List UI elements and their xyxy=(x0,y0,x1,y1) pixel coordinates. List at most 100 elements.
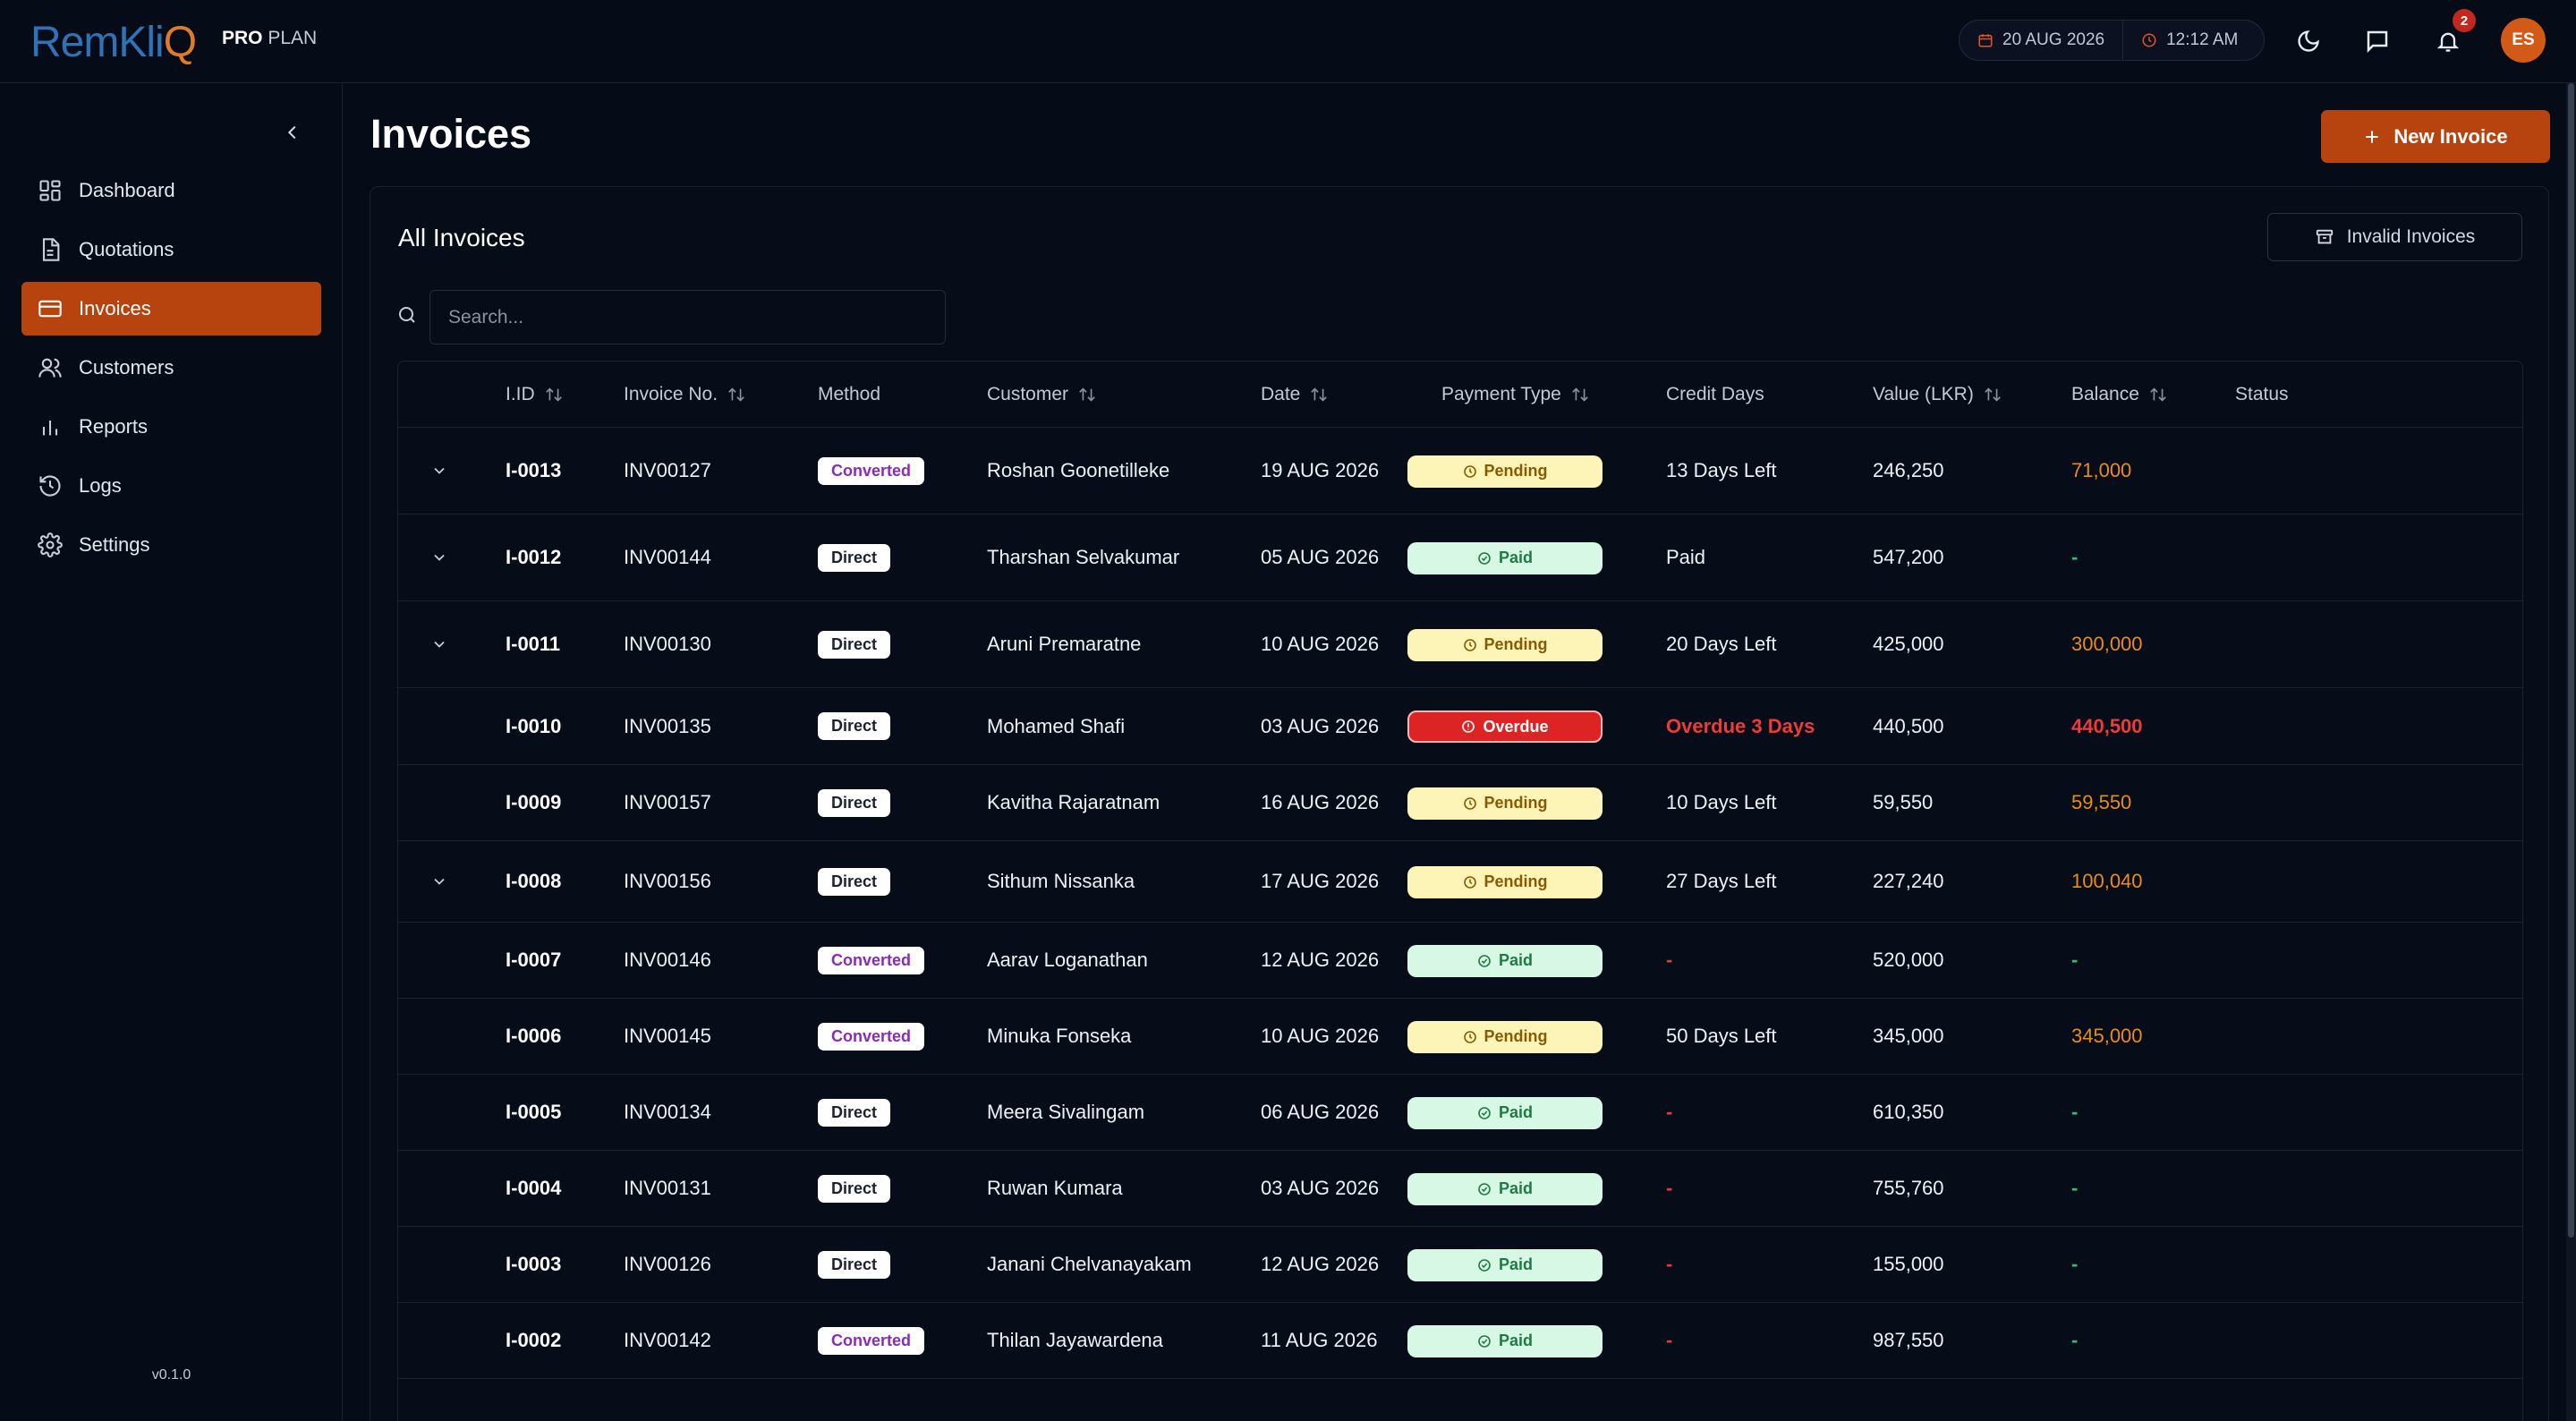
invoice-number: INV00131 xyxy=(624,1177,711,1199)
table-row[interactable]: I-0011 INV00130 Direct Aruni Premaratne 10 A… xyxy=(398,601,2522,688)
sidebar-item-label: Settings xyxy=(79,533,150,556)
table-row[interactable]: I-0007 INV00146 Converted Aarav Loganathan 1… xyxy=(398,923,2522,999)
invalid-invoices-button[interactable]: Invalid Invoices xyxy=(2267,213,2522,261)
expand-row-button[interactable] xyxy=(430,515,448,600)
messages-button[interactable] xyxy=(2359,23,2395,59)
invoice-value: 987,550 xyxy=(1873,1329,1944,1351)
table-row[interactable]: I-0013 INV00127 Converted Roshan Goonetille… xyxy=(398,428,2522,515)
status-badge: Paid xyxy=(1407,541,1603,574)
sidebar-item-logs[interactable]: Logs xyxy=(21,459,321,513)
invoice-value: 227,240 xyxy=(1873,870,1944,892)
method-cell: Direct xyxy=(818,1227,891,1302)
chevron-left-icon xyxy=(287,125,296,140)
method-badge: Converted xyxy=(818,1326,925,1355)
method-badge: Direct xyxy=(818,1174,891,1203)
sort-icon xyxy=(728,387,744,402)
user-avatar[interactable]: ES xyxy=(2501,18,2546,63)
table-row[interactable]: I-0010 INV00135 Direct Mohamed Shafi 03 AUG … xyxy=(398,688,2522,765)
invoice-date: 16 AUG 2026 xyxy=(1261,791,1380,813)
sort-icon xyxy=(1984,387,2001,402)
check-circle-icon xyxy=(1478,954,1491,967)
invoice-number: INV00146 xyxy=(624,949,711,971)
credit-days: 50 Days Left xyxy=(1666,1025,1777,1047)
sidebar-item-dashboard[interactable]: Dashboard xyxy=(21,164,321,217)
method-cell: Direct xyxy=(818,515,891,600)
search-input[interactable] xyxy=(429,290,946,345)
table-row[interactable]: I-0004 INV00131 Direct Ruwan Kumara 03 AUG 2… xyxy=(398,1151,2522,1227)
invoice-value: 755,760 xyxy=(1873,1177,1944,1199)
check-circle-icon xyxy=(1478,1106,1491,1119)
balance: - xyxy=(2071,1101,2079,1123)
column-label: Invoice No. xyxy=(624,384,718,404)
invoice-value: 155,000 xyxy=(1873,1253,1944,1275)
sort-icon xyxy=(1572,387,1588,402)
table-row[interactable]: I-0005 INV00134 Direct Meera Sivalingam 06 A… xyxy=(398,1075,2522,1151)
expand-row-button[interactable] xyxy=(430,601,448,687)
chart-bar-icon xyxy=(42,421,58,436)
invalid-invoices-label: Invalid Invoices xyxy=(2346,226,2476,247)
invoice-number: INV00134 xyxy=(624,1101,711,1123)
status-badge: Pending xyxy=(1407,628,1603,661)
sidebar-item-settings[interactable]: Settings xyxy=(21,518,321,572)
alert-circle-icon xyxy=(1462,720,1475,733)
invoice-id: I-0012 xyxy=(506,546,562,568)
scrollbar-thumb[interactable] xyxy=(2568,83,2574,1238)
customer-name: Minuka Fonseka xyxy=(987,1025,1132,1047)
sort-icon xyxy=(2150,387,2166,402)
column-header-i-id[interactable]: I.ID xyxy=(506,362,564,428)
app-logo[interactable]: RemKli Q xyxy=(30,18,197,67)
clock-icon xyxy=(1463,796,1476,810)
invoice-number: INV00135 xyxy=(624,714,711,737)
credit-days: 20 Days Left xyxy=(1666,633,1777,655)
customer-name: Roshan Goonetilleke xyxy=(987,459,1170,481)
datetime-pill: 20 AUG 2026 12:12 AM xyxy=(1959,20,2265,61)
customer-name: Sithum Nissanka xyxy=(987,870,1135,892)
column-header-customer[interactable]: Customer xyxy=(987,362,1097,428)
invoice-id: I-0008 xyxy=(506,870,562,892)
invoice-value: 59,550 xyxy=(1873,791,1934,813)
table-row[interactable]: I-0009 INV00157 Direct Kavitha Rajaratnam 16… xyxy=(398,765,2522,841)
expand-row-button[interactable] xyxy=(430,841,448,922)
collapse-sidebar-button[interactable] xyxy=(277,117,308,148)
clock-icon xyxy=(2142,33,2156,47)
sidebar-item-quotations[interactable]: Quotations xyxy=(21,223,321,277)
status-badge: Pending xyxy=(1407,1020,1603,1053)
page-scrollbar[interactable] xyxy=(2566,83,2576,1421)
sidebar-item-invoices[interactable]: Invoices xyxy=(21,282,321,336)
table-row[interactable]: I-0002 INV00142 Converted Thilan Jayawarden… xyxy=(398,1303,2522,1379)
column-label: Balance xyxy=(2071,384,2139,404)
page-title: Invoices xyxy=(370,111,532,157)
table-row[interactable]: I-0012 INV00144 Direct Tharshan Selvakumar 0… xyxy=(398,515,2522,601)
method-badge: Direct xyxy=(818,1250,891,1279)
column-header-balance[interactable]: Balance xyxy=(2071,362,2168,428)
card-icon xyxy=(38,300,62,318)
chevron-down-icon xyxy=(434,467,445,474)
table-row[interactable]: I-0003 INV00126 Direct Janani Chelvanayakam… xyxy=(398,1227,2522,1303)
expand-row-button[interactable] xyxy=(430,428,448,514)
table-row[interactable]: I-0008 INV00156 Direct Sithum Nissanka 17 AU… xyxy=(398,841,2522,923)
method-cell: Direct xyxy=(818,1151,891,1226)
new-invoice-button[interactable]: New Invoice xyxy=(2321,110,2550,163)
column-header-payment-type[interactable]: Payment Type xyxy=(1441,362,1590,428)
status-badge: Pending xyxy=(1407,865,1603,898)
table-row[interactable]: I-0006 INV00145 Converted Minuka Fonseka 10 … xyxy=(398,999,2522,1075)
status-badge: Paid xyxy=(1407,1324,1603,1357)
sidebar-item-label: Quotations xyxy=(79,238,174,260)
sidebar-item-customers[interactable]: Customers xyxy=(21,341,321,395)
invoice-number: INV00127 xyxy=(624,459,711,481)
column-label: Credit Days xyxy=(1666,384,1764,404)
column-header-date[interactable]: Date xyxy=(1261,362,1329,428)
balance: 300,000 xyxy=(2071,633,2143,655)
column-header-invoice-no[interactable]: Invoice No. xyxy=(624,362,746,428)
sidebar-item-reports[interactable]: Reports xyxy=(21,400,321,454)
app-version: v0.1.0 xyxy=(151,1367,191,1383)
column-label: I.ID xyxy=(506,384,535,404)
status-badge: Paid xyxy=(1407,1172,1603,1205)
plan-label: PRO PLAN xyxy=(222,28,317,49)
column-header-value-lkr[interactable]: Value (LKR) xyxy=(1873,362,2002,428)
theme-toggle-button[interactable] xyxy=(2291,23,2326,59)
sidebar-item-label: Invoices xyxy=(79,297,151,319)
plan-rest: PLAN xyxy=(268,28,318,48)
sidebar: Dashboard Quotations Invoices Customers Repo… xyxy=(0,83,343,1421)
dashboard-icon xyxy=(39,180,61,201)
